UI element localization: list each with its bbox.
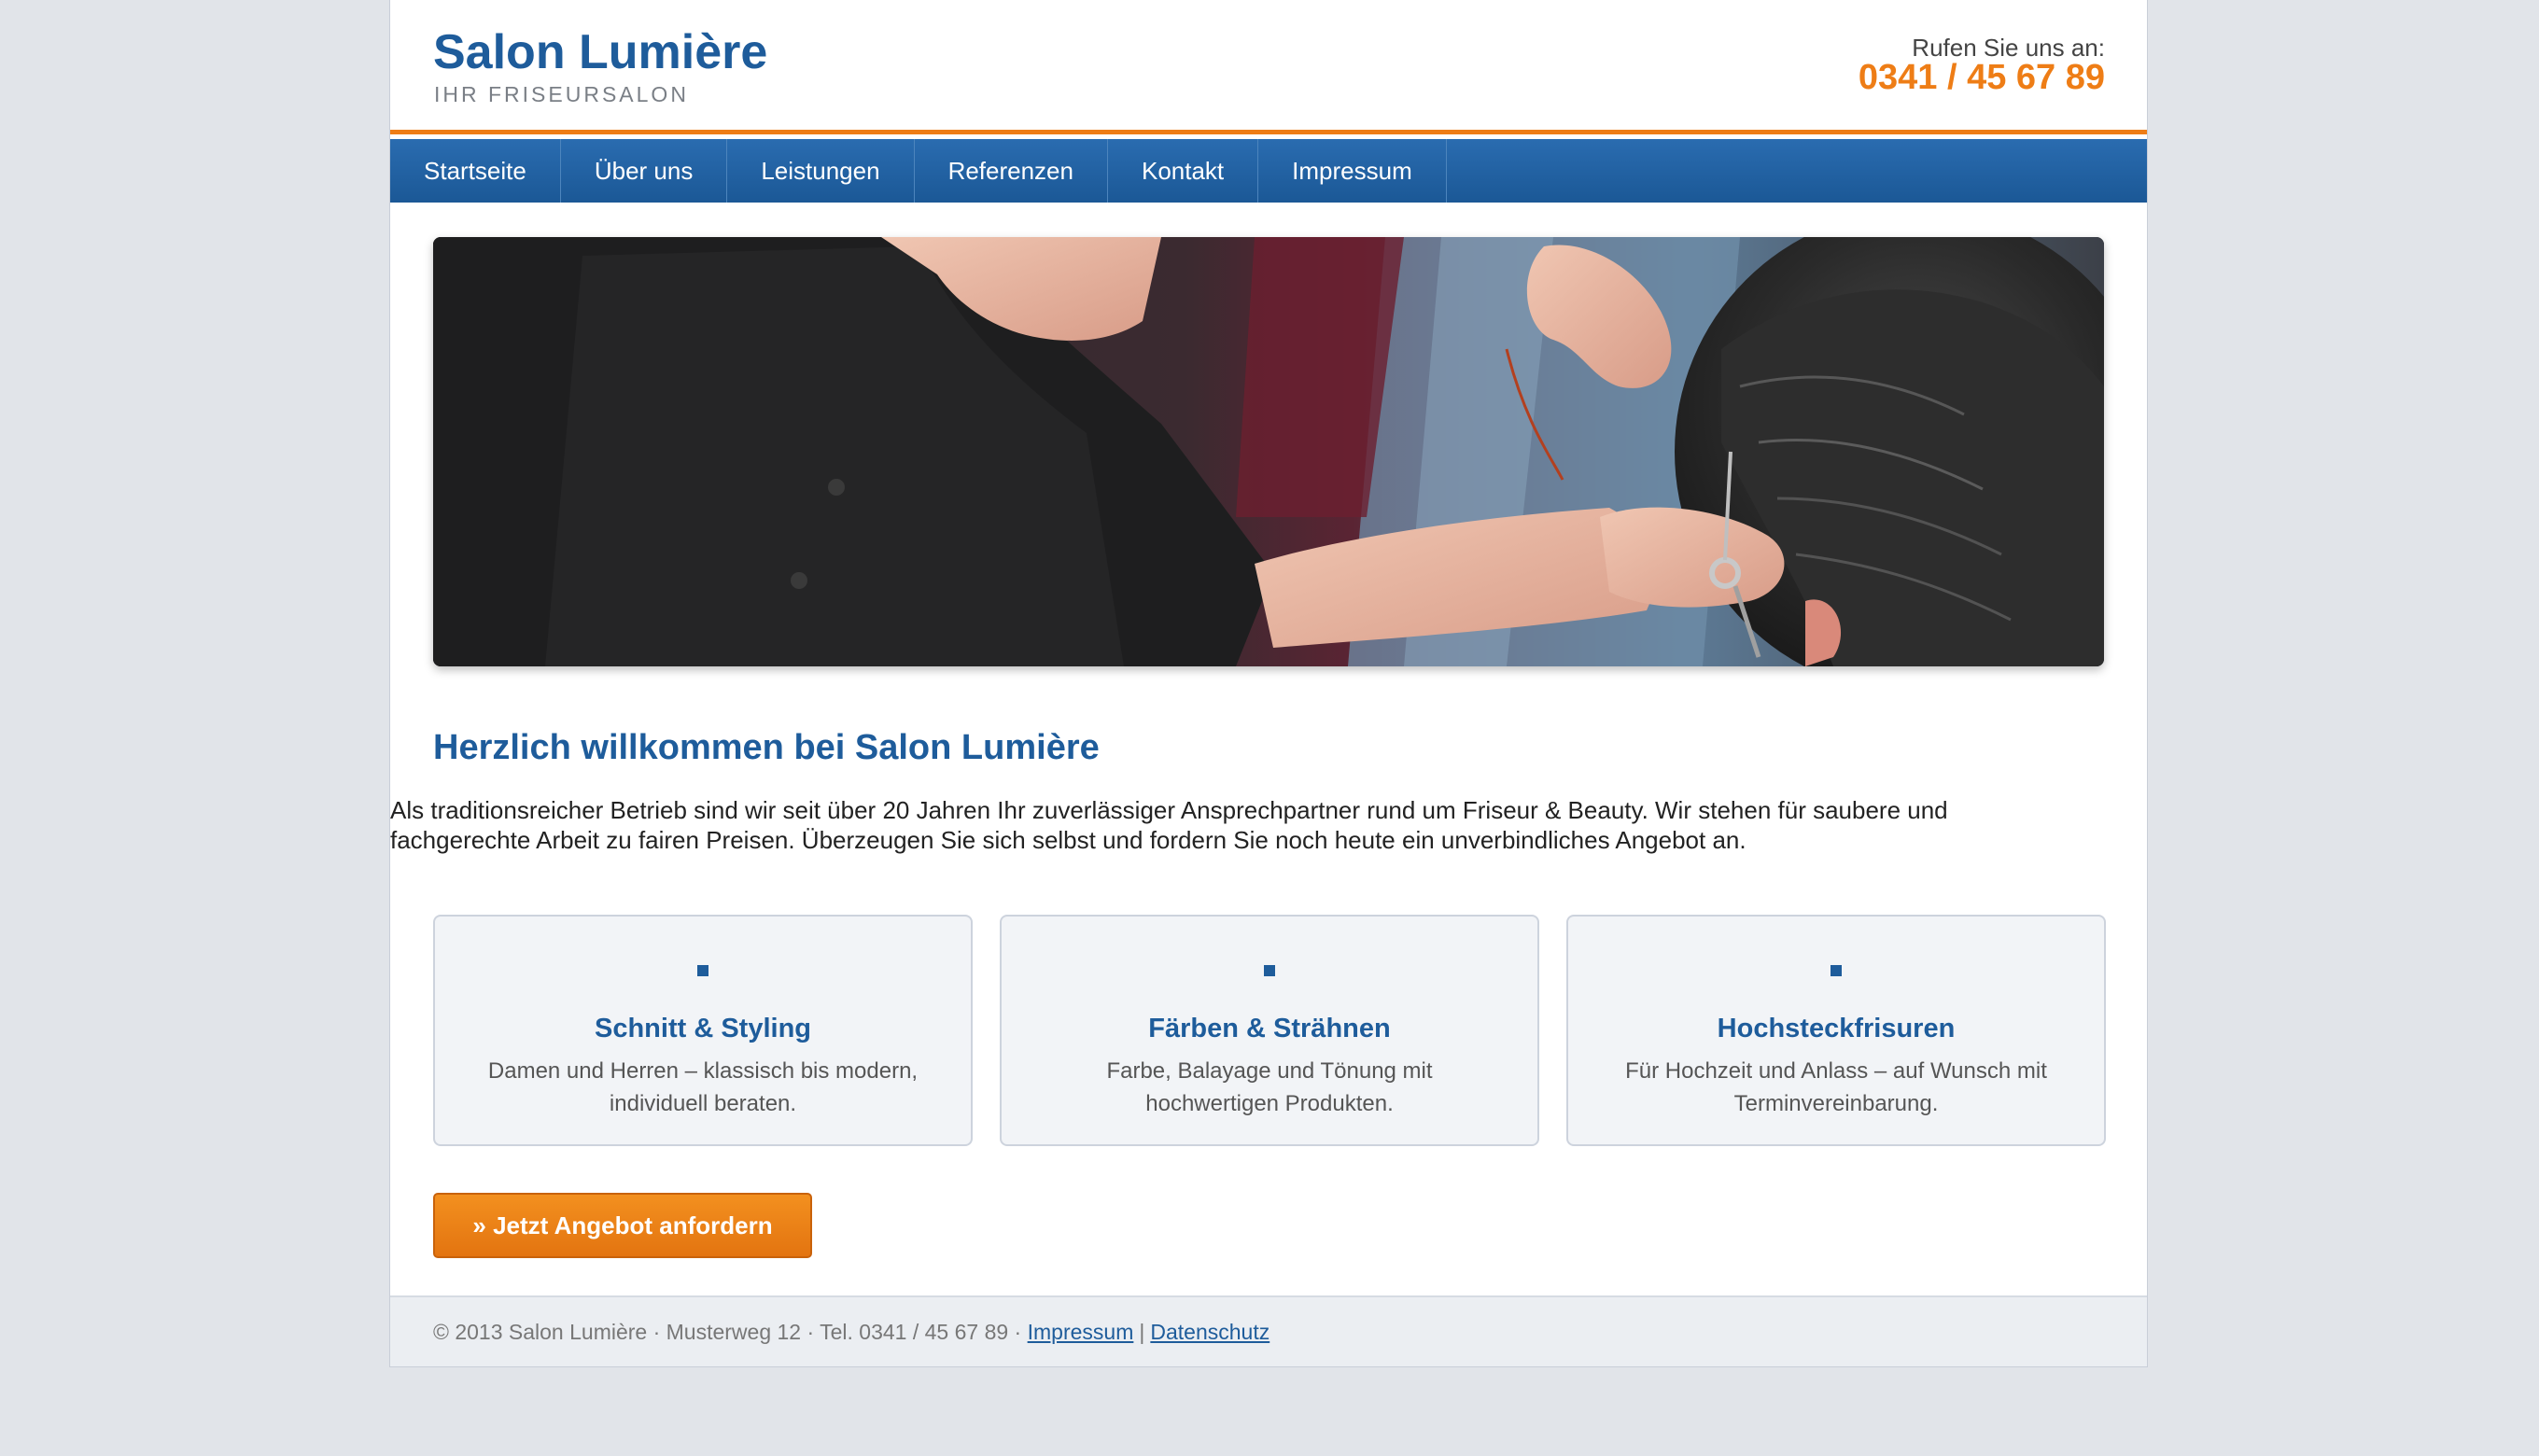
nav-item-ueber-uns[interactable]: Über uns [561,139,728,203]
footer-datenschutz-link[interactable]: Datenschutz [1150,1320,1270,1345]
intro-paragraph: Als traditionsreicher Betrieb sind wir s… [390,796,1948,854]
phone-number[interactable]: 0341 / 45 67 89 [1859,58,2105,98]
main-navigation: Startseite Über uns Leistungen Referenze… [390,139,2147,203]
site-logo-title[interactable]: Salon Lumière [433,22,767,82]
hero-photo-illustration [433,237,2104,666]
square-bullet-icon [697,965,708,976]
footer-copyright: © 2013 Salon Lumière · Musterweg 12 · Te… [433,1319,1022,1344]
feature-card-title: Schnitt & Styling [595,1014,811,1043]
feature-card-schnitt: Schnitt & Styling Damen und Herren – kla… [433,915,973,1146]
square-bullet-icon [1831,965,1842,976]
feature-cards: Schnitt & Styling Damen und Herren – kla… [433,915,2106,1148]
nav-item-kontakt[interactable]: Kontakt [1108,139,1259,203]
nav-item-impressum[interactable]: Impressum [1258,139,1447,203]
nav-item-startseite[interactable]: Startseite [390,139,561,203]
nav-item-referenzen[interactable]: Referenzen [915,139,1108,203]
page-container: Salon Lumière IHR FRISEURSALON Rufen Sie… [390,0,2147,1366]
footer-separator: | [1139,1319,1145,1344]
feature-card-text: Damen und Herren – klassisch bis modern,… [487,1058,919,1116]
feature-card-hochsteck: Hochsteckfrisuren Für Hochzeit und Anlas… [1566,915,2106,1146]
site-footer: © 2013 Salon Lumière · Musterweg 12 · Te… [390,1295,2147,1366]
site-tagline: IHR FRISEURSALON [434,82,689,106]
feature-card-text: Für Hochzeit und Anlass – auf Wunsch mit… [1625,1058,2047,1116]
site-header: Salon Lumière IHR FRISEURSALON Rufen Sie… [390,0,2147,134]
square-bullet-icon [1264,965,1275,976]
footer-impressum-link[interactable]: Impressum [1028,1320,1134,1345]
feature-card-text: Farbe, Balayage und Tönung mit hochwerti… [1106,1058,1433,1116]
feature-card-title: Hochsteckfrisuren [1717,1014,1956,1043]
hero-image [433,237,2104,666]
request-offer-button[interactable]: » Jetzt Angebot anfordern [433,1193,812,1258]
feature-card-title: Färben & Strähnen [1148,1014,1391,1043]
feature-card-faerben: Färben & Strähnen Farbe, Balayage und Tö… [1000,915,1539,1146]
nav-item-leistungen[interactable]: Leistungen [727,139,915,203]
welcome-heading: Herzlich willkommen bei Salon Lumière [433,728,1100,767]
